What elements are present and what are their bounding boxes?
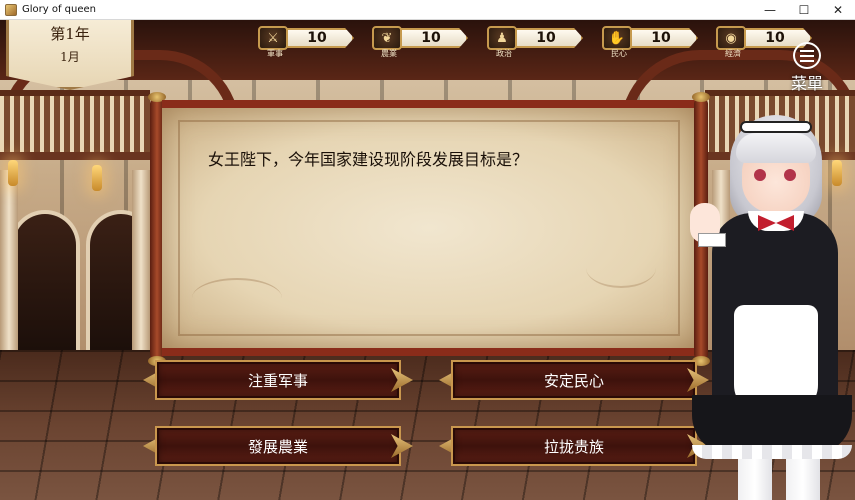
date-year: 第1年 <box>50 25 90 43</box>
answer-label: 注重军事 <box>247 371 308 390</box>
stat-plate: 10 <box>280 28 354 48</box>
stat-value: 10 <box>536 30 556 46</box>
maximize-button[interactable]: ☐ <box>787 0 821 20</box>
answer-body: 安定民心 <box>451 360 697 400</box>
date-month: 1月 <box>60 50 80 64</box>
window-titlebar: Glory of queen — ☐ ✕ <box>0 0 855 20</box>
stat-plate: 10 <box>624 28 698 48</box>
stat-politics: 10 ♟ 政治 <box>487 26 585 58</box>
game-scene: 第1年 1月 10 ⚔ 軍事 10 ❦ 農業 10 ♟ 政治 10 ✋ 民心 1… <box>0 20 855 500</box>
stat-people: 10 ✋ 民心 <box>602 26 700 58</box>
window-controls: — ☐ ✕ <box>753 0 855 20</box>
menu-button[interactable]: 菜單 <box>782 42 832 94</box>
answer-label: 發展農業 <box>247 437 308 456</box>
coin-icon: ◉ <box>716 26 746 50</box>
answer-button-people[interactable]: 安定民心 <box>439 360 709 400</box>
stat-military: 10 ⚔ 軍事 <box>258 26 356 58</box>
stat-label: 農業 <box>381 49 397 58</box>
answer-body: 注重军事 <box>155 360 401 400</box>
maid-frill <box>692 445 852 459</box>
stat-value: 10 <box>421 30 441 46</box>
answer-label: 安定民心 <box>543 371 604 390</box>
handshake-icon: ✋ <box>602 26 632 50</box>
date-badge: 第1年 1月 <box>6 20 134 90</box>
stat-value: 10 <box>307 30 327 46</box>
menu-icon <box>793 42 821 69</box>
arcade-left <box>0 170 156 350</box>
maid-cuff <box>698 233 726 247</box>
stat-plate: 10 <box>509 28 583 48</box>
answer-button-military[interactable]: 注重军事 <box>143 360 413 400</box>
stat-value: 10 <box>651 30 671 46</box>
wheat-icon: ❦ <box>372 26 402 50</box>
maid-leg <box>738 459 772 500</box>
question-text: 女王陛下，今年国家建设现阶段发展目标是？ <box>208 150 529 169</box>
answer-body: 拉拢贵族 <box>451 426 697 466</box>
window-title: Glory of queen <box>22 4 96 15</box>
answer-button-agriculture[interactable]: 發展農業 <box>143 426 413 466</box>
app-icon <box>5 3 17 16</box>
pillar <box>0 170 18 350</box>
scroll-ornament <box>586 248 656 288</box>
maid-character <box>690 115 855 500</box>
stat-label: 民心 <box>611 49 627 58</box>
stat-label: 經濟 <box>725 49 741 58</box>
stat-plate: 10 <box>394 28 468 48</box>
stat-label: 政治 <box>496 49 512 58</box>
stat-agriculture: 10 ❦ 農業 <box>372 26 470 58</box>
candle-sconce <box>8 160 18 186</box>
menu-label: 菜單 <box>790 74 823 93</box>
scroll-paper: 女王陛下，今年国家建设现阶段发展目标是？ <box>162 100 696 356</box>
close-button[interactable]: ✕ <box>821 0 855 20</box>
bust-icon: ♟ <box>487 26 517 50</box>
maid-headband <box>740 121 812 133</box>
question-scroll: 女王陛下，今年国家建设现阶段发展目标是？ <box>148 92 710 366</box>
minimize-button[interactable]: — <box>753 0 787 20</box>
sword-icon: ⚔ <box>258 26 288 50</box>
candle-sconce <box>92 165 102 191</box>
scroll-ornament <box>192 278 282 318</box>
maid-fringe <box>736 133 816 163</box>
answer-label: 拉拢贵族 <box>543 437 604 456</box>
maid-leg <box>786 459 820 500</box>
archway <box>10 210 80 350</box>
answer-body: 發展農業 <box>155 426 401 466</box>
balcony-left <box>0 90 150 160</box>
pillar <box>132 170 150 350</box>
answer-button-nobles[interactable]: 拉拢贵族 <box>439 426 709 466</box>
stat-label: 軍事 <box>267 49 283 58</box>
